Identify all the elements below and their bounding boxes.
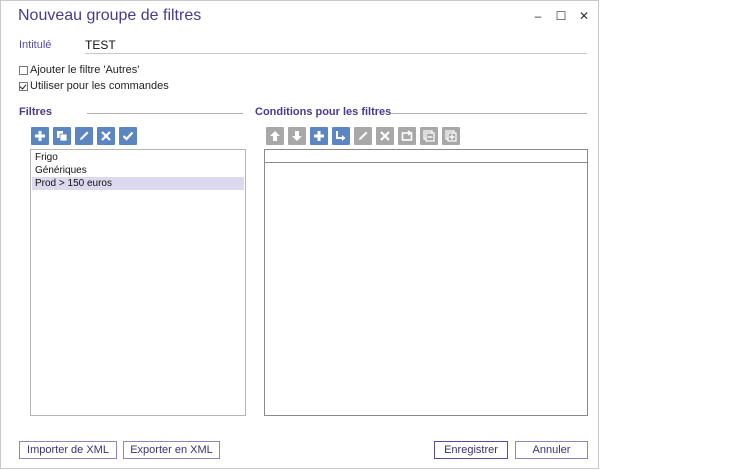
conditions-section-title: Conditions pour les filtres [255, 106, 392, 118]
list-item[interactable]: Frigo [32, 151, 244, 164]
condition-collapse-button[interactable] [420, 127, 438, 145]
filtre-add-button[interactable] [31, 127, 49, 145]
intitule-label: Intitulé [19, 39, 52, 51]
filtres-divider [87, 113, 243, 114]
autres-checkbox-row[interactable]: Ajouter le filtre 'Autres' [19, 64, 139, 76]
condition-add-button[interactable] [310, 127, 328, 145]
move-up-icon [270, 131, 280, 141]
add-icon [35, 131, 45, 141]
autres-checkbox-label: Ajouter le filtre 'Autres' [30, 64, 140, 76]
commandes-checkbox[interactable] [19, 81, 28, 91]
duplicate-icon [57, 131, 68, 142]
filtres-list[interactable]: Frigo Génériques Prod > 150 euros [30, 149, 246, 416]
validate-icon [122, 131, 134, 141]
condition-expand-button[interactable] [442, 127, 460, 145]
condition-indent-button[interactable] [332, 127, 350, 145]
edit-icon [80, 131, 89, 140]
intitule-input[interactable] [85, 37, 587, 54]
condition-edit-button[interactable] [354, 127, 372, 145]
edit-icon [359, 131, 368, 140]
collapse-icon [423, 130, 435, 142]
filtre-delete-button[interactable] [97, 127, 115, 145]
condition-move-up-button[interactable] [266, 127, 284, 145]
maximize-button[interactable]: ☐ [554, 9, 568, 23]
condition-replace-button[interactable] [398, 127, 416, 145]
delete-icon [380, 131, 390, 141]
expand-icon [445, 130, 457, 142]
import-xml-button[interactable]: Importer de XML [19, 441, 117, 459]
list-item-selected[interactable]: Prod > 150 euros [32, 177, 244, 190]
save-button[interactable]: Enregistrer [434, 441, 508, 459]
autres-checkbox[interactable] [19, 65, 28, 75]
dialog-window: Nouveau groupe de filtres – ☐ ✕ Intitulé… [0, 0, 599, 469]
close-button[interactable]: ✕ [577, 9, 591, 23]
filtre-validate-button[interactable] [119, 127, 137, 145]
move-down-icon [292, 131, 302, 141]
add-icon [314, 131, 324, 141]
filtres-section-title: Filtres [19, 106, 53, 118]
filtre-duplicate-button[interactable] [53, 127, 71, 145]
condition-move-down-button[interactable] [288, 127, 306, 145]
export-xml-button[interactable]: Exporter en XML [123, 441, 220, 459]
conditions-header-row [265, 150, 587, 163]
filtre-edit-button[interactable] [75, 127, 93, 145]
cancel-button[interactable]: Annuler [515, 441, 588, 459]
commandes-checkbox-label: Utiliser pour les commandes [30, 80, 169, 92]
commandes-checkbox-row[interactable]: Utiliser pour les commandes [19, 80, 169, 92]
conditions-divider [391, 113, 587, 114]
indent-icon [336, 131, 346, 141]
conditions-tree[interactable] [264, 149, 588, 416]
replace-icon [401, 130, 413, 141]
dialog-title: Nouveau groupe de filtres [18, 7, 202, 24]
delete-icon [101, 131, 111, 141]
condition-delete-button[interactable] [376, 127, 394, 145]
minimize-button[interactable]: – [531, 9, 545, 23]
list-item[interactable]: Génériques [32, 164, 244, 177]
